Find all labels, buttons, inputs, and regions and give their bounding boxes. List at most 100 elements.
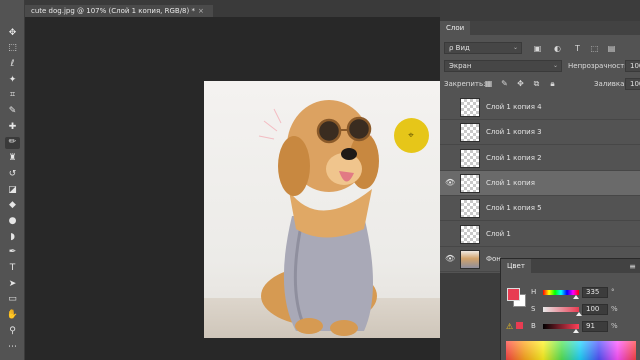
marquee-tool-icon[interactable]: ⬚ [5,43,20,55]
eraser-tool-icon[interactable]: ◪ [5,184,20,196]
saturation-input[interactable]: 100 [582,304,608,315]
filter-shape-icon[interactable]: ⬚ [590,44,599,53]
tab-layers[interactable]: Слои [440,21,471,35]
brush-cursor-icon: ⌖ [408,130,414,141]
dog-photo [258,100,379,336]
lock-transparent-icon[interactable]: ▦ [484,79,493,88]
layer-row[interactable]: 👁︎ Слой 1 копия 4 [440,95,640,120]
saturation-label: S [531,305,536,313]
out-of-gamut-warning-icon[interactable]: ⚠ [506,322,513,331]
fill-input[interactable]: 100% [625,78,640,90]
crop-tool-icon[interactable]: ⌗ [5,90,20,102]
layer-row[interactable]: 👁︎ Слой 1 копия 5 [440,196,640,222]
lock-pixels-icon[interactable]: ✎ [500,79,509,88]
hue-slider-row: H 335 ° [531,287,640,299]
document-canvas[interactable] [204,81,461,338]
layer-thumbnail [460,173,480,193]
layer-filter-row: ρ Вид ⌄ ▣ ◐ T ⬚ ▤ [440,41,640,55]
visibility-eye-icon[interactable]: 👁︎ [445,254,455,264]
close-tab-icon[interactable]: × [198,7,204,15]
visibility-eye-icon[interactable]: 👁︎ [445,178,455,188]
tab-color[interactable]: Цвет [501,259,531,273]
brightness-slider-row: B 91 % [531,321,640,333]
layer-thumbnail [460,224,480,244]
brush-tool-icon[interactable]: ✏ [5,136,20,149]
document-tab[interactable]: cute dog.jpg @ 107% (Слой 1 копия, RGB/8… [25,5,213,17]
filter-pixel-icon[interactable]: ▣ [533,44,542,53]
foreground-color-swatch[interactable] [507,288,520,301]
chevron-down-icon: ⌄ [512,44,518,51]
shape-tool-icon[interactable]: ▭ [5,294,20,306]
opacity-label: Непрозрачность: [568,62,631,70]
brightness-unit: % [611,322,618,330]
lock-all-icon[interactable]: 🔒︎ [548,79,557,88]
fill-label: Заливка: [594,80,627,88]
pen-tool-icon[interactable]: ✒ [5,247,20,259]
path-selection-tool-icon[interactable]: ➤ [5,278,20,290]
tools-panel: ✥ ⬚ ℓ ✦ ⌗ ✎ ✚ ✏ ♜ ↺ ◪ ◆ ● ◗ ✒ T ➤ ▭ ✋ ⚲ ⋯ [0,0,25,360]
saturation-unit: % [611,305,618,313]
layer-name: Слой 1 копия 5 [486,204,542,213]
visibility-eye-icon[interactable]: 👁︎ [445,229,455,239]
saturation-slider-row: S 100 % [531,304,640,316]
filter-adjustment-icon[interactable]: ◐ [553,44,562,53]
hue-slider-knob[interactable] [573,295,580,299]
visibility-eye-icon[interactable]: 👁︎ [445,102,455,112]
layer-thumbnail [460,249,480,269]
lock-label: Закрепить: [444,80,486,88]
hue-input[interactable]: 335 [582,287,608,298]
healing-brush-tool-icon[interactable]: ✚ [5,121,20,133]
filter-type-icon[interactable]: T [573,44,582,53]
brightness-label: B [531,322,536,330]
layer-name: Фон [486,254,501,263]
layer-thumbnail [460,199,480,219]
layer-name: Слой 1 копия 2 [486,153,542,162]
opacity-input[interactable]: 100% [625,60,640,72]
layer-thumbnail [460,98,480,117]
layers-panel: Слои ρ Вид ⌄ ▣ ◐ T ⬚ ▤ Экран ⌄ Непрозрач… [440,21,640,273]
layer-row[interactable]: 👁︎ Слой 1 [440,222,640,247]
blend-mode-select[interactable]: Экран ⌄ [444,60,562,72]
zoom-tool-icon[interactable]: ⚲ [5,325,20,337]
web-safe-color-icon[interactable] [516,322,523,329]
visibility-eye-icon[interactable]: 👁︎ [445,127,455,137]
more-tools-icon[interactable]: ⋯ [5,341,20,353]
lock-artboard-icon[interactable]: ⧉ [532,79,541,88]
lock-row: Закрепить: ▦ ✎ ✥ ⧉ 🔒︎ Заливка: 100% [440,77,640,91]
blend-mode-value: Экран [449,62,472,70]
chevron-down-icon: ⌄ [552,62,558,69]
layer-filter-value: ρ Вид [449,44,470,52]
layer-row[interactable]: 👁︎ Слой 1 копия 3 [440,120,640,146]
hand-tool-icon[interactable]: ✋ [5,310,20,322]
layer-name: Слой 1 копия 3 [486,128,542,137]
panel-menu-icon[interactable]: ≡ [628,262,637,271]
eyedropper-tool-icon[interactable]: ✎ [5,106,20,118]
magic-wand-tool-icon[interactable]: ✦ [5,74,20,86]
document-tab-title: cute dog.jpg @ 107% (Слой 1 копия, RGB/8… [31,7,195,15]
paint-bucket-tool-icon[interactable]: ◆ [5,200,20,212]
blur-tool-icon[interactable]: ● [5,215,20,227]
type-tool-icon[interactable]: T [5,263,20,275]
filter-smart-object-icon[interactable]: ▤ [607,44,616,53]
visibility-eye-icon[interactable]: 👁︎ [445,153,455,163]
brightness-input[interactable]: 91 [582,321,608,332]
color-spectrum-overlay [506,341,636,360]
clone-stamp-tool-icon[interactable]: ♜ [5,153,20,165]
color-panel-header: Цвет [501,259,640,273]
layer-thumbnail [460,123,480,143]
hue-label: H [531,288,537,296]
visibility-eye-icon[interactable]: 👁︎ [445,203,455,213]
saturation-slider-track[interactable] [543,307,579,312]
blend-row: Экран ⌄ Непрозрачность: 100% [440,59,640,73]
layer-row[interactable]: 👁︎ Слой 1 копия 2 [440,146,640,171]
lock-position-icon[interactable]: ✥ [516,79,525,88]
layer-filter-select[interactable]: ρ Вид ⌄ [444,42,522,54]
dodge-tool-icon[interactable]: ◗ [5,231,20,243]
layer-row[interactable]: 👁︎ Слой 1 копия [440,170,640,196]
move-tool-icon[interactable]: ✥ [5,27,20,39]
history-brush-tool-icon[interactable]: ↺ [5,168,20,180]
brightness-slider-knob[interactable] [572,329,579,333]
layers-panel-header: Слои [440,21,640,35]
lasso-tool-icon[interactable]: ℓ [5,58,20,70]
hue-unit: ° [611,288,615,296]
